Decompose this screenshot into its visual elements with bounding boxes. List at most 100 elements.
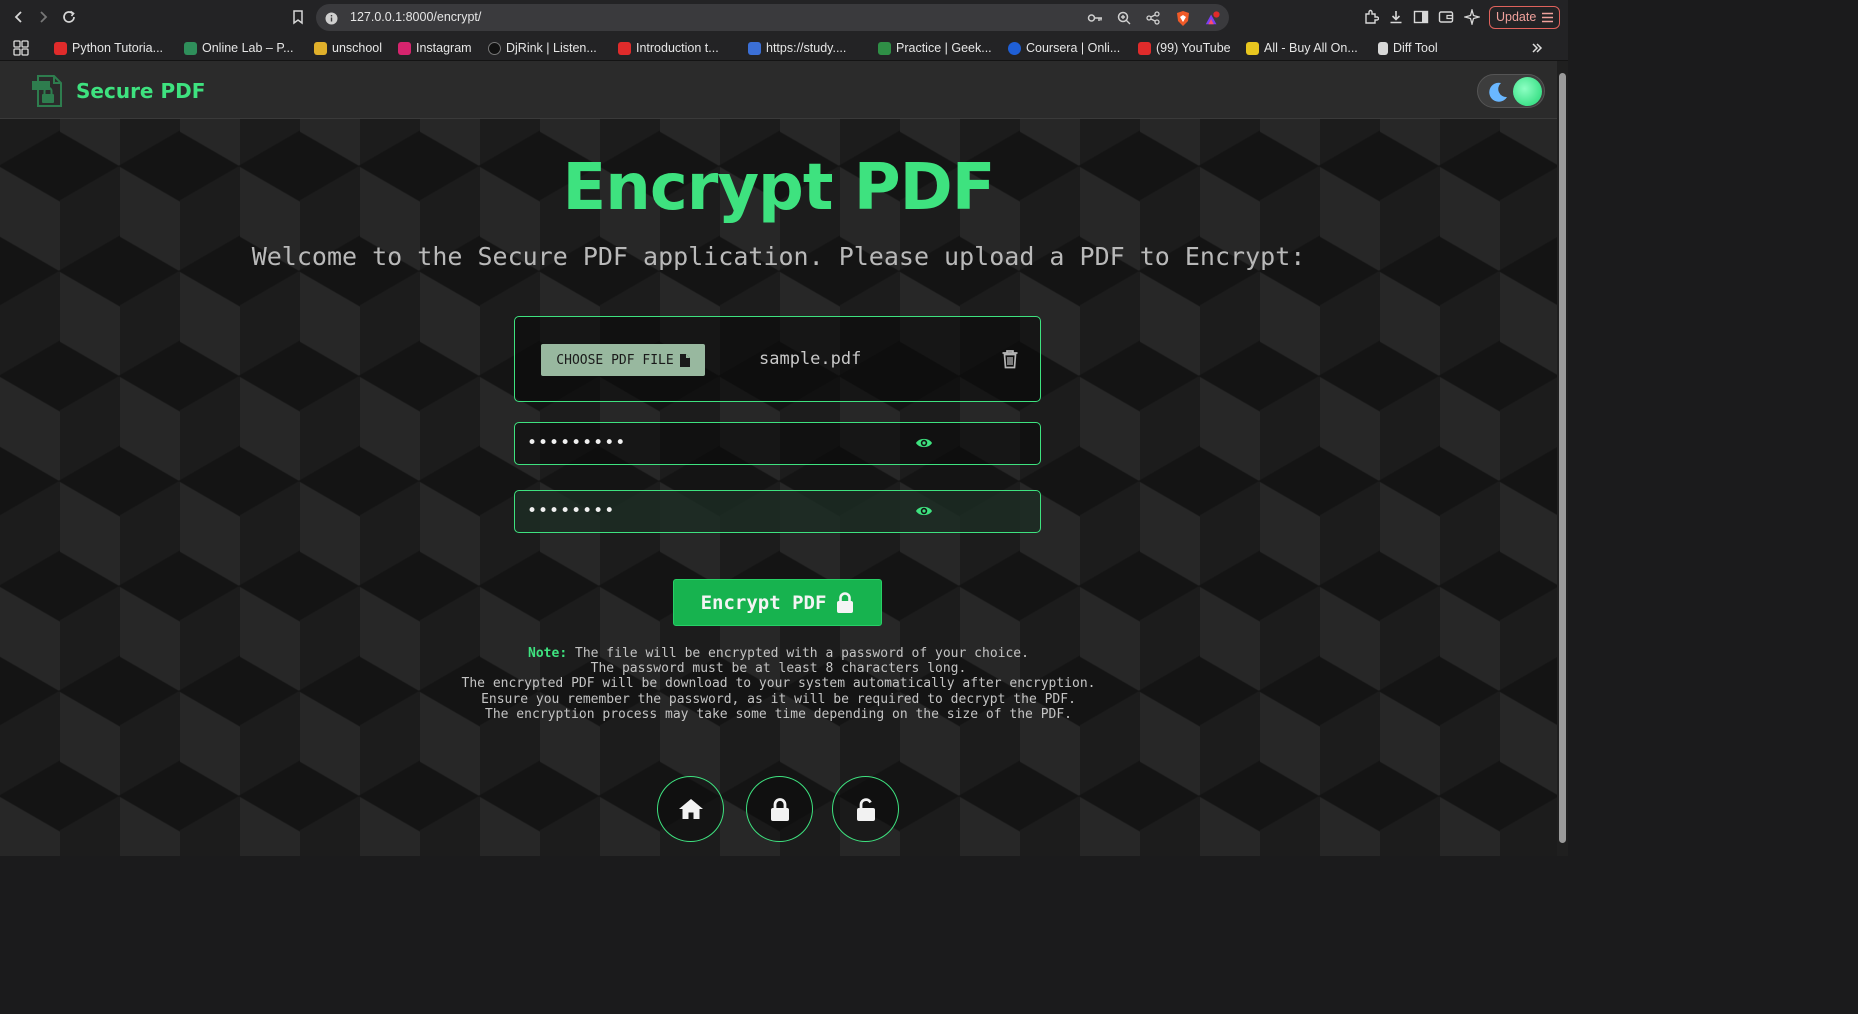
- youtube-icon: [618, 41, 631, 55]
- download-icon[interactable]: [1387, 8, 1405, 26]
- selected-file-name: sample.pdf: [759, 349, 862, 369]
- file-upload-box: CHOOSE PDF FILE sample.pdf: [514, 316, 1041, 402]
- note-line: Note: The file will be encrypted with a …: [0, 646, 1557, 661]
- document-icon: [1378, 41, 1388, 55]
- page-scrollbar[interactable]: [1557, 61, 1568, 856]
- zoom-icon[interactable]: [1116, 10, 1132, 26]
- brave-rewards-icon[interactable]: [1204, 10, 1220, 26]
- bookmark-label: unschool: [332, 41, 383, 55]
- bookmark-item[interactable]: Introduction t...: [618, 39, 719, 57]
- bookmark-label: Diff Tool: [1393, 41, 1438, 55]
- bookmark-item[interactable]: Coursera | Onli...: [1008, 39, 1120, 57]
- bookmark-label: All - Buy All On...: [1264, 41, 1358, 55]
- more-bookmarks-icon[interactable]: [1531, 39, 1543, 57]
- note-line: The encrypted PDF will be download to yo…: [461, 676, 1096, 692]
- apps-icon[interactable]: [13, 39, 29, 57]
- unschool-icon: [314, 41, 327, 55]
- eye-icon[interactable]: [915, 436, 933, 450]
- confirm-password-input[interactable]: ••••••••: [514, 490, 1041, 533]
- coursera-icon: [1008, 41, 1021, 55]
- password-input[interactable]: •••••••••: [514, 422, 1041, 465]
- study-icon: [748, 41, 761, 55]
- note-line: Ensure you remember the password, as it …: [481, 691, 1076, 707]
- note-block: Note: The file will be encrypted with a …: [0, 646, 1557, 722]
- update-button[interactable]: Update: [1489, 6, 1560, 29]
- bookmark-item[interactable]: Instagram: [398, 39, 472, 57]
- youtube-icon: [54, 41, 67, 55]
- unlock-icon: [856, 797, 875, 821]
- address-bar[interactable]: 127.0.0.1:8000/encrypt/: [316, 4, 1229, 31]
- key-icon[interactable]: [1087, 10, 1103, 26]
- choose-file-label: CHOOSE PDF FILE: [556, 352, 674, 368]
- extensions-icon[interactable]: [1362, 8, 1380, 26]
- home-nav-button[interactable]: [657, 776, 724, 842]
- file-icon: [679, 353, 690, 367]
- bookmark-icon[interactable]: [288, 7, 308, 27]
- note-label: Note:: [528, 646, 568, 661]
- forward-icon[interactable]: [33, 7, 53, 27]
- moon-icon: [1489, 82, 1507, 102]
- encrypt-nav-button[interactable]: [746, 776, 813, 842]
- flipkart-icon: [1246, 41, 1259, 55]
- geeksforgeeks-icon: [878, 41, 891, 55]
- sidebar-icon[interactable]: [1412, 8, 1430, 26]
- confirm-password-value: ••••••••: [527, 501, 616, 521]
- scrollbar-thumb[interactable]: [1559, 73, 1566, 843]
- bookmark-label: Introduction t...: [636, 41, 719, 55]
- bookmark-label: Python Tutoria...: [72, 41, 164, 55]
- brand-title[interactable]: Secure PDF: [76, 79, 205, 103]
- bookmark-item[interactable]: Diff Tool: [1378, 39, 1438, 57]
- youtube-icon: [1138, 41, 1151, 55]
- wallet-icon[interactable]: [1437, 8, 1455, 26]
- toggle-knob: [1513, 77, 1542, 106]
- site-info-icon[interactable]: [323, 10, 339, 26]
- home-icon: [678, 799, 703, 819]
- url-text[interactable]: 127.0.0.1:8000/encrypt/: [350, 10, 481, 24]
- page-title: Encrypt PDF: [562, 151, 996, 225]
- bookmark-label: Coursera | Onli...: [1026, 41, 1121, 55]
- back-icon[interactable]: [9, 7, 29, 27]
- app-header: Secure PDF: [0, 61, 1557, 119]
- reload-icon[interactable]: [59, 7, 79, 27]
- note-text: The file will be encrypted with a passwo…: [575, 646, 1029, 661]
- bookmarks-bar: Python Tutoria... Online Lab – P... unsc…: [0, 34, 1568, 61]
- encrypt-label: Encrypt PDF: [700, 591, 827, 614]
- bookmark-item[interactable]: DjRink | Listen...: [488, 39, 597, 57]
- leo-ai-icon[interactable]: [1463, 8, 1481, 26]
- bookmark-label: https://study....: [766, 41, 847, 55]
- trash-icon[interactable]: [1001, 349, 1019, 369]
- bookmark-item[interactable]: Online Lab – P...: [184, 39, 294, 57]
- page-subtitle: Welcome to the Secure PDF application. P…: [251, 242, 1306, 271]
- secure-pdf-logo-icon[interactable]: [30, 73, 66, 109]
- lab-icon: [184, 41, 197, 55]
- choose-pdf-file-button[interactable]: CHOOSE PDF FILE: [541, 344, 705, 376]
- bookmark-label: Online Lab – P...: [202, 41, 294, 55]
- bookmark-label: (99) YouTube: [1156, 41, 1231, 55]
- share-icon[interactable]: [1145, 10, 1161, 26]
- browser-toolbar: 127.0.0.1:8000/encrypt/ Update: [0, 0, 1568, 34]
- update-label: Update: [1496, 10, 1537, 24]
- eye-icon[interactable]: [915, 504, 933, 518]
- password-value: •••••••••: [527, 433, 627, 453]
- note-line: The encryption process may take some tim…: [485, 706, 1072, 722]
- theme-toggle[interactable]: [1477, 74, 1545, 108]
- page-content: Secure PDF Encrypt PDF Welcome to the Se…: [0, 61, 1557, 856]
- bookmark-item[interactable]: unschool: [314, 39, 382, 57]
- brave-shield-icon[interactable]: [1175, 10, 1191, 26]
- bookmark-item[interactable]: All - Buy All On...: [1246, 39, 1358, 57]
- djrink-icon: [488, 41, 501, 55]
- instagram-icon: [398, 41, 411, 55]
- bookmark-item[interactable]: (99) YouTube: [1138, 39, 1231, 57]
- lock-icon: [770, 797, 789, 821]
- encrypt-pdf-button[interactable]: Encrypt PDF: [673, 579, 882, 626]
- bookmark-item[interactable]: Python Tutoria...: [54, 39, 163, 57]
- decrypt-nav-button[interactable]: [832, 776, 899, 842]
- bookmark-label: Practice | Geek...: [896, 41, 992, 55]
- menu-icon: [1541, 11, 1554, 27]
- note-line: The password must be at least 8 characte…: [590, 661, 967, 677]
- bookmark-label: DjRink | Listen...: [506, 41, 597, 55]
- bookmark-item[interactable]: https://study....: [748, 39, 846, 57]
- bookmark-item[interactable]: Practice | Geek...: [878, 39, 992, 57]
- lock-icon: [837, 592, 854, 613]
- bookmark-label: Instagram: [416, 41, 472, 55]
